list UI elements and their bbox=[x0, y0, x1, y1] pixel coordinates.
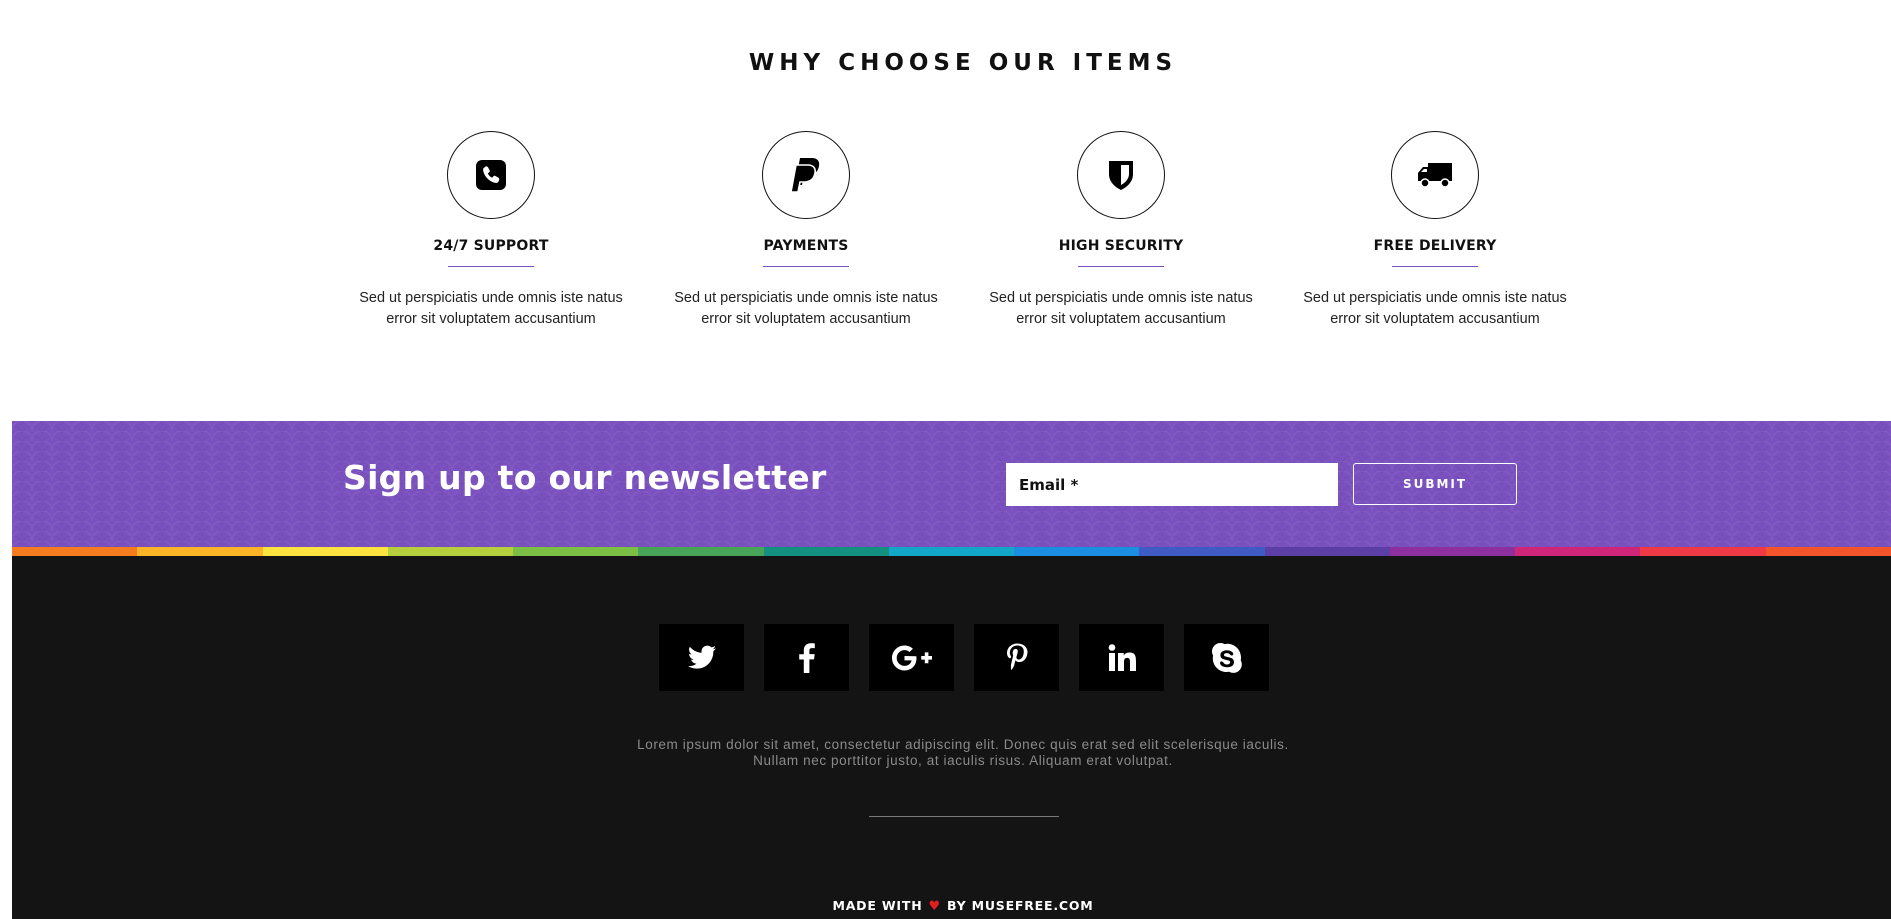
rainbow-segment bbox=[1139, 547, 1265, 556]
submit-button[interactable]: SUBMIT bbox=[1353, 463, 1517, 505]
rainbow-segment bbox=[888, 547, 1015, 556]
rainbow-segment bbox=[262, 547, 388, 556]
newsletter-band bbox=[12, 421, 1891, 547]
feature-label: FREE DELIVERY bbox=[1373, 238, 1497, 254]
feature-description-line: Sed ut perspiciatis unde omnis iste natu… bbox=[674, 290, 938, 306]
rainbow-segment bbox=[387, 547, 514, 556]
footer-text-line: Lorem ipsum dolor sit amet, consectetur … bbox=[637, 737, 1289, 752]
twitter-icon bbox=[687, 645, 716, 669]
credit-line: MADE WITH ♥ BY MUSEFREE.COM bbox=[0, 898, 1891, 914]
feature-label: HIGH SECURITY bbox=[1058, 238, 1184, 254]
feature-description-line: Sed ut perspiciatis unde omnis iste natu… bbox=[359, 290, 623, 306]
feature-underline bbox=[448, 266, 534, 267]
rainbow-segment bbox=[513, 547, 639, 556]
feature-label: PAYMENTS bbox=[763, 238, 849, 254]
feature-description: Sed ut perspiciatis unde omnis iste natu… bbox=[1290, 288, 1580, 330]
pinterest-button[interactable] bbox=[974, 624, 1059, 691]
feature-description-line: error sit voluptatem accusantium bbox=[701, 311, 911, 327]
rainbow-segment bbox=[1264, 547, 1390, 556]
feature-security: HIGH SECURITY Sed ut perspiciatis unde o… bbox=[976, 131, 1266, 330]
linkedin-icon bbox=[1108, 643, 1136, 671]
rainbow-segment bbox=[1765, 547, 1891, 556]
feature-underline bbox=[763, 266, 849, 267]
feature-label: 24/7 SUPPORT bbox=[433, 238, 549, 254]
rainbow-segment bbox=[638, 547, 764, 556]
linkedin-button[interactable] bbox=[1079, 624, 1164, 691]
skype-button[interactable] bbox=[1184, 624, 1269, 691]
facebook-button[interactable] bbox=[764, 624, 849, 691]
email-field[interactable] bbox=[1006, 463, 1338, 506]
twitter-button[interactable] bbox=[659, 624, 744, 691]
heart-icon: ♥ bbox=[928, 899, 941, 914]
feature-description: Sed ut perspiciatis unde omnis iste natu… bbox=[346, 288, 636, 330]
feature-description-line: Sed ut perspiciatis unde omnis iste natu… bbox=[1303, 290, 1567, 306]
feature-underline bbox=[1078, 266, 1164, 267]
rainbow-segment bbox=[1515, 547, 1641, 556]
newsletter-title: Sign up to our newsletter bbox=[343, 458, 827, 497]
rainbow-segment bbox=[1014, 547, 1140, 556]
footer-text-line: Nullam nec porttitor justo, at iaculis r… bbox=[753, 753, 1173, 768]
feature-description-line: Sed ut perspiciatis unde omnis iste natu… bbox=[989, 290, 1253, 306]
feature-support: 24/7 SUPPORT Sed ut perspiciatis unde om… bbox=[346, 131, 636, 330]
paypal-icon bbox=[762, 131, 850, 219]
feature-description: Sed ut perspiciatis unde omnis iste natu… bbox=[661, 288, 951, 330]
rainbow-segment bbox=[1389, 547, 1516, 556]
skype-icon bbox=[1211, 642, 1242, 673]
truck-icon bbox=[1391, 131, 1479, 219]
rainbow-segment bbox=[137, 547, 263, 556]
feature-payments: PAYMENTS Sed ut perspiciatis unde omnis … bbox=[661, 131, 951, 330]
credit-link[interactable]: BY MUSEFREE.COM bbox=[947, 898, 1094, 913]
rainbow-segment bbox=[763, 547, 889, 556]
social-links bbox=[659, 624, 1269, 691]
google-plus-button[interactable] bbox=[869, 624, 954, 691]
pinterest-icon bbox=[1006, 643, 1027, 670]
phone-icon bbox=[447, 131, 535, 219]
feature-description-line: error sit voluptatem accusantium bbox=[1016, 311, 1226, 327]
rainbow-segment bbox=[1640, 547, 1766, 556]
shield-icon bbox=[1077, 131, 1165, 219]
rainbow-segment bbox=[12, 547, 138, 556]
feature-description-line: error sit voluptatem accusantium bbox=[386, 311, 596, 327]
rainbow-stripe bbox=[12, 547, 1891, 556]
feature-delivery: FREE DELIVERY Sed ut perspiciatis unde o… bbox=[1290, 131, 1580, 330]
footer-divider bbox=[869, 816, 1059, 817]
footer-text: Lorem ipsum dolor sit amet, consectetur … bbox=[0, 737, 1891, 769]
google-plus-icon bbox=[891, 645, 932, 670]
feature-description-line: error sit voluptatem accusantium bbox=[1330, 311, 1540, 327]
section-title: WHY CHOOSE OUR ITEMS bbox=[748, 50, 1178, 76]
feature-description: Sed ut perspiciatis unde omnis iste natu… bbox=[976, 288, 1266, 330]
credit-prefix: MADE WITH bbox=[832, 898, 923, 913]
page: WHY CHOOSE OUR ITEMS 24/7 SUPPORT Sed ut… bbox=[0, 0, 1891, 919]
feature-underline bbox=[1392, 266, 1478, 267]
facebook-icon bbox=[798, 642, 815, 673]
